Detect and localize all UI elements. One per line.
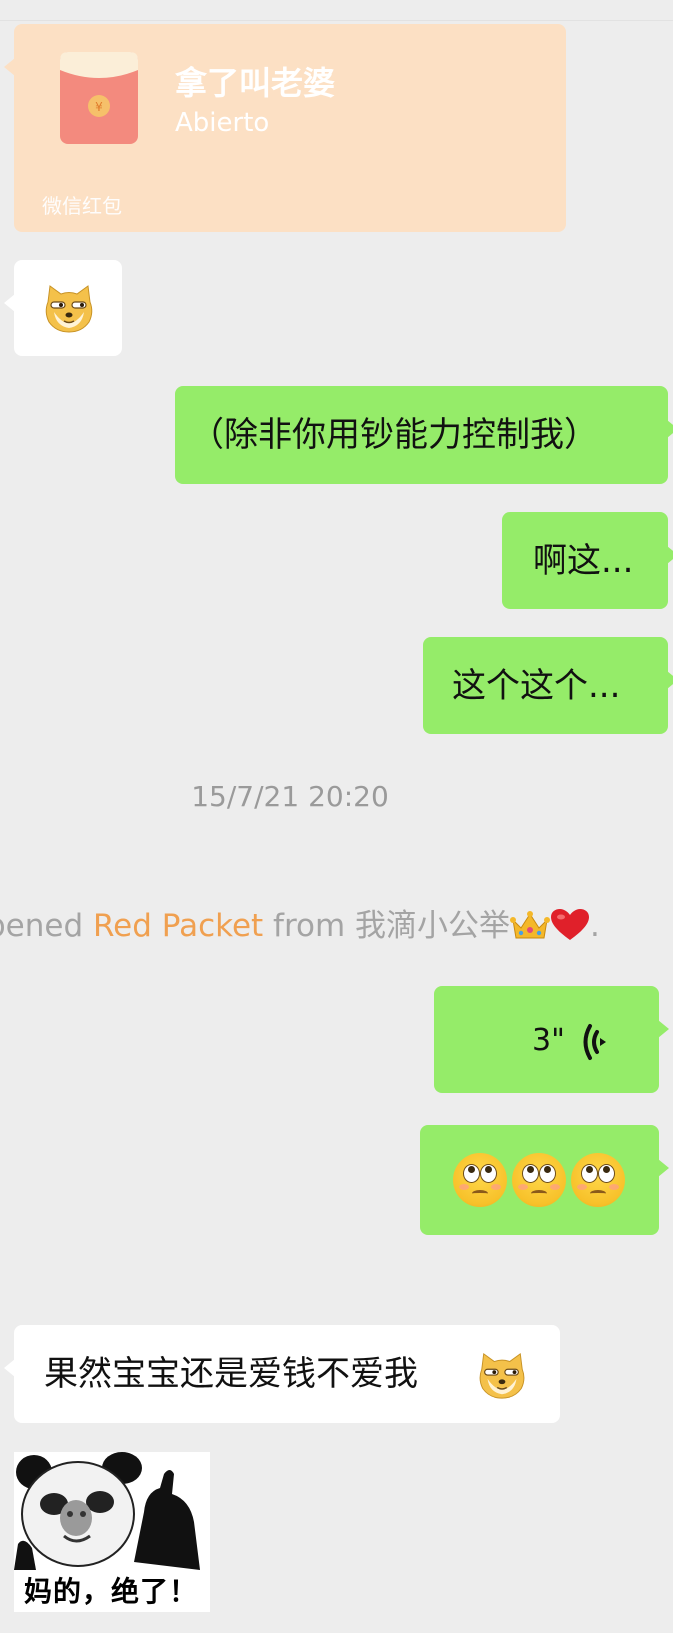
cheek xyxy=(609,1184,619,1190)
mouth xyxy=(531,1190,547,1197)
top-divider xyxy=(0,20,673,21)
panda-meme-sticker[interactable]: 妈的，绝了！ xyxy=(14,1452,210,1612)
eye xyxy=(539,1164,556,1183)
rolling-eyes-emoji-icon xyxy=(512,1153,566,1207)
red-packet-title: 拿了叫老婆 xyxy=(175,64,336,102)
red-packet-link[interactable]: Red Packet xyxy=(93,908,263,944)
cheek xyxy=(577,1184,587,1190)
received-message-text: 果然宝宝还是爱钱不爱我 xyxy=(44,1354,418,1394)
voice-duration: 3" xyxy=(532,1023,565,1058)
crown-emoji-icon xyxy=(510,911,551,939)
sent-message-text: 啊这... xyxy=(533,541,634,581)
rolling-eyes-emoji-icon xyxy=(453,1153,507,1207)
rolling-eyes-emoji-icon xyxy=(571,1153,625,1207)
system-message: pened Red Packet from 我滴小公举 . xyxy=(0,900,600,945)
voice-wave-icon xyxy=(583,1024,606,1060)
mouth xyxy=(590,1190,606,1197)
panda-face-icon xyxy=(14,1452,200,1570)
svg-text:¥: ¥ xyxy=(95,100,103,114)
cheek xyxy=(459,1184,469,1190)
eye xyxy=(522,1164,539,1183)
eye xyxy=(581,1164,598,1183)
eye xyxy=(463,1164,480,1183)
sent-message-text: 这个这个... xyxy=(452,666,621,706)
system-message-suffix: . xyxy=(590,908,600,944)
eye xyxy=(598,1164,615,1183)
eye xyxy=(480,1164,497,1183)
chat-timestamp: 15/7/21 20:20 xyxy=(191,780,389,813)
heart-emoji-icon xyxy=(551,909,590,940)
red-envelope-icon: ¥ xyxy=(60,52,138,144)
doge-emoji-icon xyxy=(45,285,93,333)
cheek xyxy=(491,1184,501,1190)
system-message-prefix: pened xyxy=(0,908,84,944)
cheek xyxy=(518,1184,528,1190)
red-packet-status: Abierto xyxy=(175,108,270,138)
mouth xyxy=(472,1190,488,1197)
red-packet-footer: 微信红包 xyxy=(42,194,122,218)
cheek xyxy=(550,1184,560,1190)
doge-emoji-icon xyxy=(479,1352,525,1399)
meme-caption: 妈的，绝了！ xyxy=(24,1575,199,1608)
system-message-middle: from 我滴小公举 xyxy=(263,908,511,944)
sent-message-text: （除非你用钞能力控制我） xyxy=(190,415,598,455)
